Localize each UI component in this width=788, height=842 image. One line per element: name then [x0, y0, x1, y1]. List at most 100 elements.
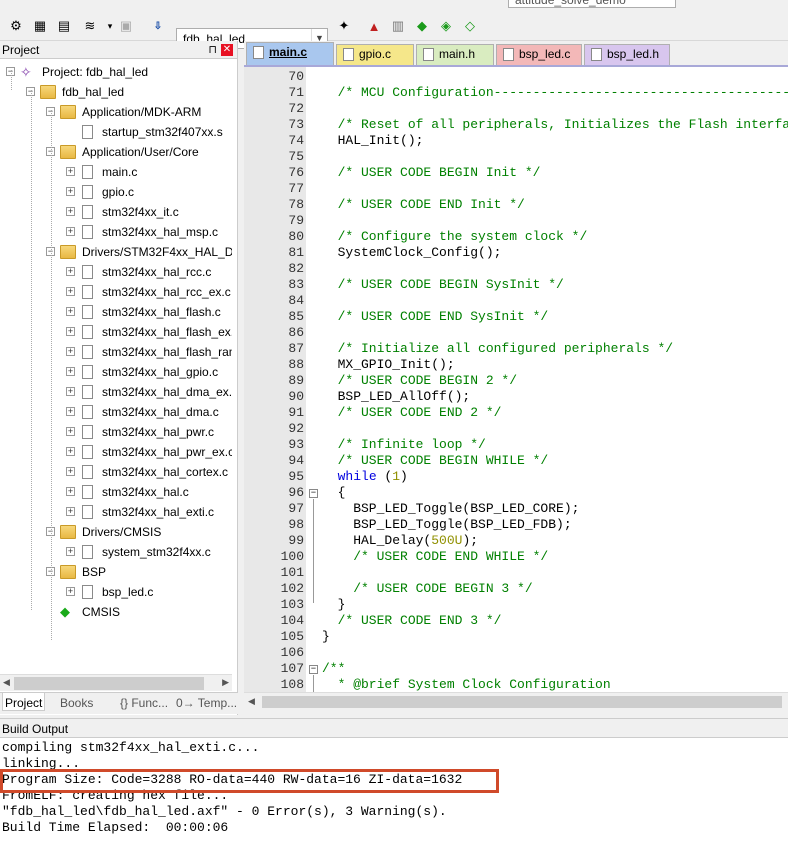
tab-main-c[interactable]: main.c	[246, 42, 334, 65]
code-line[interactable]: 84	[244, 293, 788, 309]
rebuild-icon[interactable]: ▤	[54, 16, 74, 36]
tab-bsp_led-h[interactable]: bsp_led.h	[584, 44, 670, 65]
pack-installer-icon[interactable]: ◆	[412, 16, 432, 36]
tree-file-item[interactable]: + stm32f4xx_hal_msp.c	[0, 222, 232, 242]
expand-icon[interactable]: +	[66, 167, 75, 176]
code-line[interactable]: 99 HAL_Delay(500U);	[244, 533, 788, 549]
manage-rte-icon[interactable]: ◇	[460, 16, 480, 36]
expand-icon[interactable]: +	[66, 427, 75, 436]
tree-file-item[interactable]: + stm32f4xx_hal_gpio.c	[0, 362, 232, 382]
code-line[interactable]: 85 /* USER CODE END SysInit */	[244, 309, 788, 325]
code-line[interactable]: 73 /* Reset of all peripherals, Initiali…	[244, 117, 788, 133]
scroll-left-icon[interactable]: ◀	[3, 677, 10, 688]
project-horizontal-scrollbar[interactable]: ◀ ▶	[0, 674, 232, 691]
download-icon[interactable]: ⇩	[148, 16, 168, 36]
code-line[interactable]: 100 /* USER CODE END WHILE */	[244, 549, 788, 565]
expand-icon[interactable]: +	[66, 587, 75, 596]
code-line[interactable]: 88 MX_GPIO_Init();	[244, 357, 788, 373]
tab-functions[interactable]: {} Func...	[118, 696, 170, 714]
code-line[interactable]: 90 BSP_LED_AllOff();	[244, 389, 788, 405]
tree-file-item[interactable]: startup_stm32f407xx.s	[0, 122, 232, 142]
tree-file-item[interactable]: + stm32f4xx_hal_flash_ex.c	[0, 322, 232, 342]
code-line[interactable]: 96− {	[244, 485, 788, 501]
code-line[interactable]: 107−/**	[244, 661, 788, 677]
fold-collapse-icon[interactable]: −	[309, 489, 318, 498]
tree-file-item[interactable]: + stm32f4xx_hal_exti.c	[0, 502, 232, 522]
batch-build-icon[interactable]: ≋	[80, 16, 100, 36]
expand-icon[interactable]: +	[66, 547, 75, 556]
code-line[interactable]: 101	[244, 565, 788, 581]
code-line[interactable]: 93 /* Infinite loop */	[244, 437, 788, 453]
expand-icon[interactable]: +	[66, 227, 75, 236]
tree-file-item[interactable]: + stm32f4xx_hal_dma_ex.c	[0, 382, 232, 402]
expand-icon[interactable]: +	[66, 207, 75, 216]
manage-project-icon[interactable]: ▲	[364, 16, 384, 36]
pin-icon[interactable]: ⊓	[208, 43, 217, 56]
code-line[interactable]: 70	[244, 69, 788, 85]
code-line[interactable]: 102 /* USER CODE BEGIN 3 */	[244, 581, 788, 597]
code-line[interactable]: 71 /* MCU Configuration-----------------…	[244, 85, 788, 101]
tree-folder-item[interactable]: − Drivers/STM32F4xx_HAL_Driv	[0, 242, 232, 262]
stop-build-icon[interactable]: ▣	[116, 16, 136, 36]
fold-collapse-icon[interactable]: −	[309, 665, 318, 674]
code-line[interactable]: 81 SystemClock_Config();	[244, 245, 788, 261]
code-line[interactable]: 86	[244, 325, 788, 341]
tab-books[interactable]: Books	[58, 696, 95, 714]
code-line[interactable]: 103 }	[244, 597, 788, 613]
tree-target-item[interactable]: − fdb_hal_led	[0, 82, 232, 102]
code-line[interactable]: 77	[244, 181, 788, 197]
tree-file-item[interactable]: + stm32f4xx_it.c	[0, 202, 232, 222]
code-line[interactable]: 98 BSP_LED_Toggle(BSP_LED_FDB);	[244, 517, 788, 533]
build-icon[interactable]: ▦	[30, 16, 50, 36]
code-line[interactable]: 78 /* USER CODE END Init */	[244, 197, 788, 213]
code-line[interactable]: 106	[244, 645, 788, 661]
expand-icon[interactable]: +	[66, 507, 75, 516]
code-editor[interactable]: 70 71 /* MCU Configuration---------------…	[244, 65, 788, 692]
tree-component-item[interactable]: ◆ CMSIS	[0, 602, 232, 622]
expand-icon[interactable]: +	[66, 327, 75, 336]
expand-icon[interactable]: +	[66, 487, 75, 496]
title-field[interactable]: attitude_solve_demo	[508, 0, 676, 8]
tree-file-item[interactable]: + main.c	[0, 162, 232, 182]
file-extensions-icon[interactable]: ▥	[388, 16, 408, 36]
options-for-target-icon[interactable]: ✦	[334, 16, 354, 36]
tree-file-item[interactable]: + system_stm32f4xx.c	[0, 542, 232, 562]
expand-icon[interactable]: +	[66, 187, 75, 196]
expand-icon[interactable]: +	[66, 347, 75, 356]
tree-folder-item[interactable]: − Application/MDK-ARM	[0, 102, 232, 122]
code-line[interactable]: 94 /* USER CODE BEGIN WHILE */	[244, 453, 788, 469]
code-line[interactable]: 108 * @brief System Clock Configuration	[244, 677, 788, 692]
expand-icon[interactable]: +	[66, 307, 75, 316]
tree-file-item[interactable]: + bsp_led.c	[0, 582, 232, 602]
scroll-left-icon[interactable]: ◀	[248, 696, 255, 707]
tree-folder-item[interactable]: − Drivers/CMSIS	[0, 522, 232, 542]
scroll-right-icon[interactable]: ▶	[222, 677, 229, 688]
code-line[interactable]: 83 /* USER CODE BEGIN SysInit */	[244, 277, 788, 293]
tree-folder-item[interactable]: − BSP	[0, 562, 232, 582]
tree-file-item[interactable]: + stm32f4xx_hal_pwr.c	[0, 422, 232, 442]
code-line[interactable]: 87 /* Initialize all configured peripher…	[244, 341, 788, 357]
tree-file-item[interactable]: + stm32f4xx_hal_flash_ramf	[0, 342, 232, 362]
code-line[interactable]: 74 HAL_Init();	[244, 133, 788, 149]
code-line[interactable]: 92	[244, 421, 788, 437]
expand-icon[interactable]: +	[66, 287, 75, 296]
expand-icon[interactable]: +	[66, 367, 75, 376]
tree-file-item[interactable]: + stm32f4xx_hal_dma.c	[0, 402, 232, 422]
code-line[interactable]: 91 /* USER CODE END 2 */	[244, 405, 788, 421]
tree-project-item[interactable]: − ✧ Project: fdb_hal_led	[0, 62, 232, 82]
code-line[interactable]: 72	[244, 101, 788, 117]
tab-main-h[interactable]: main.h	[416, 44, 494, 65]
expand-icon[interactable]: +	[66, 387, 75, 396]
tree-file-item[interactable]: + stm32f4xx_hal_flash.c	[0, 302, 232, 322]
tree-file-item[interactable]: + stm32f4xx_hal.c	[0, 482, 232, 502]
tree-folder-item[interactable]: − Application/User/Core	[0, 142, 232, 162]
expand-icon[interactable]: +	[66, 267, 75, 276]
tree-file-item[interactable]: + stm32f4xx_hal_rcc.c	[0, 262, 232, 282]
close-icon[interactable]: ✕	[221, 44, 233, 56]
scrollbar-thumb[interactable]	[14, 677, 204, 690]
code-line[interactable]: 80 /* Configure the system clock */	[244, 229, 788, 245]
select-packs-icon[interactable]: ◈	[436, 16, 456, 36]
code-line[interactable]: 75	[244, 149, 788, 165]
code-line[interactable]: 89 /* USER CODE BEGIN 2 */	[244, 373, 788, 389]
expand-icon[interactable]: +	[66, 467, 75, 476]
